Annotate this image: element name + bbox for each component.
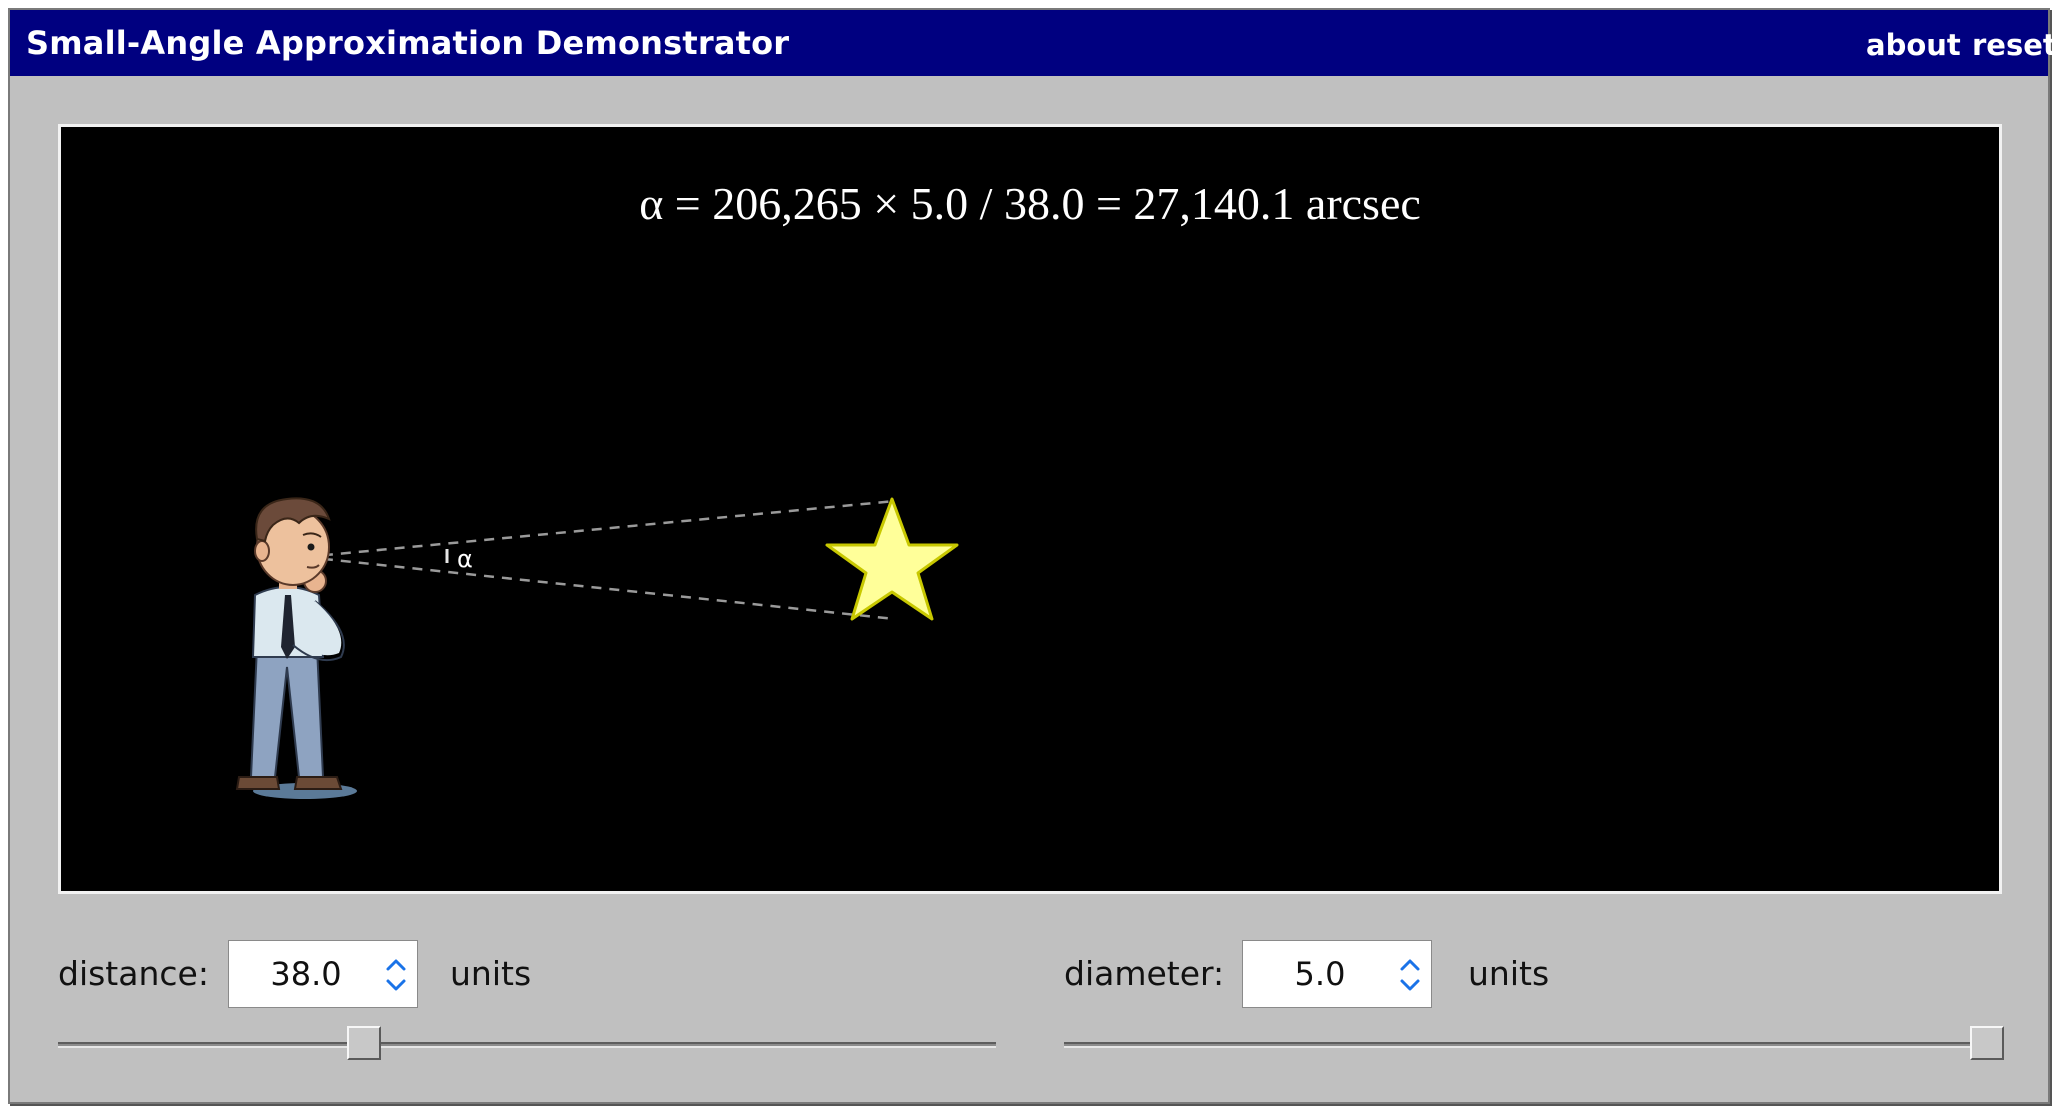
app-title: Small-Angle Approximation Demonstrator bbox=[26, 24, 790, 62]
scene-graphic: α bbox=[235, 497, 959, 799]
diameter-spinner-icon[interactable] bbox=[1397, 953, 1423, 997]
star-icon[interactable] bbox=[825, 497, 959, 621]
app-window: Small-Angle Approximation Demonstrator a… bbox=[8, 8, 2057, 1104]
distance-input[interactable]: 38.0 bbox=[228, 940, 418, 1008]
reset-link[interactable]: reset bbox=[1972, 28, 2057, 62]
diameter-label: diameter: bbox=[1064, 954, 1225, 993]
lower-sight-line bbox=[304, 555, 896, 621]
about-link[interactable]: about bbox=[1866, 28, 1961, 62]
title-bar: Small-Angle Approximation Demonstrator a… bbox=[10, 10, 2057, 76]
alpha-label: α bbox=[457, 545, 473, 573]
distance-label: distance: bbox=[58, 954, 209, 993]
observer-figure bbox=[235, 497, 357, 799]
diameter-slider-thumb[interactable] bbox=[1970, 1026, 2004, 1060]
distance-spinner-icon[interactable] bbox=[383, 953, 409, 997]
distance-slider-track[interactable] bbox=[58, 1042, 996, 1048]
diameter-input[interactable]: 5.0 bbox=[1242, 940, 1432, 1008]
distance-slider-thumb[interactable] bbox=[347, 1026, 382, 1060]
diameter-slider-track[interactable] bbox=[1064, 1042, 2004, 1048]
distance-value: 38.0 bbox=[270, 955, 342, 993]
simulation-canvas: α = 206,265 × 5.0 / 38.0 = 27,140.1 arcs… bbox=[58, 124, 2002, 894]
diameter-units: units bbox=[1468, 954, 1550, 993]
diameter-value: 5.0 bbox=[1294, 955, 1346, 993]
distance-units: units bbox=[450, 954, 532, 993]
upper-sight-line bbox=[304, 499, 896, 559]
